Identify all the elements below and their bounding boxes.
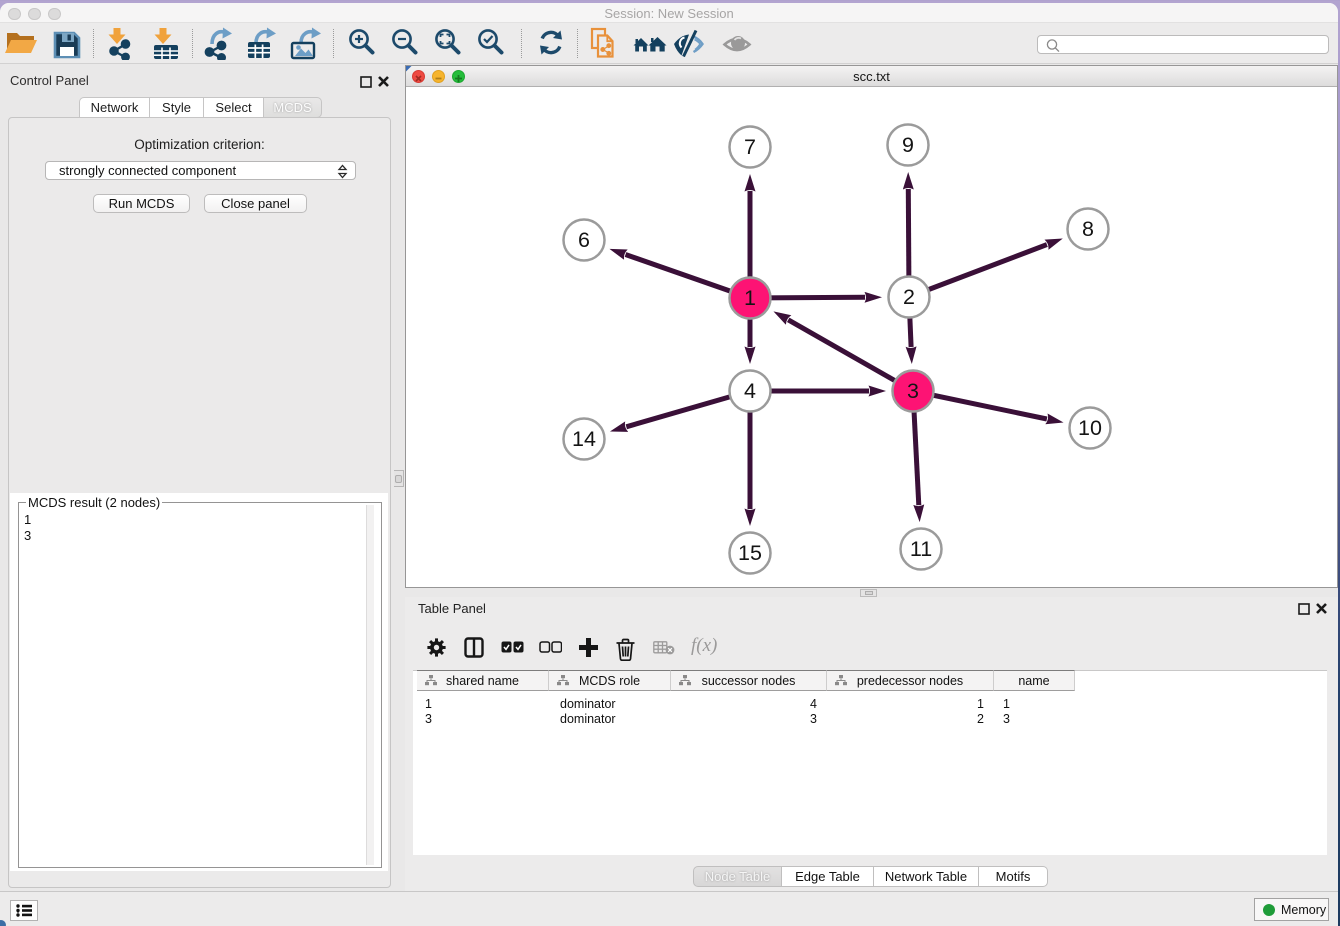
svg-text:1: 1 bbox=[744, 286, 756, 310]
svg-text:4: 4 bbox=[744, 379, 756, 403]
svg-text:15: 15 bbox=[738, 541, 762, 565]
svg-text:6: 6 bbox=[578, 228, 590, 252]
svg-text:14: 14 bbox=[572, 427, 596, 451]
svg-text:7: 7 bbox=[744, 135, 756, 159]
svg-text:8: 8 bbox=[1082, 217, 1094, 241]
svg-text:10: 10 bbox=[1078, 416, 1102, 440]
svg-text:3: 3 bbox=[907, 379, 919, 403]
svg-text:11: 11 bbox=[910, 537, 932, 561]
svg-text:9: 9 bbox=[902, 133, 914, 157]
svg-text:2: 2 bbox=[903, 285, 915, 309]
